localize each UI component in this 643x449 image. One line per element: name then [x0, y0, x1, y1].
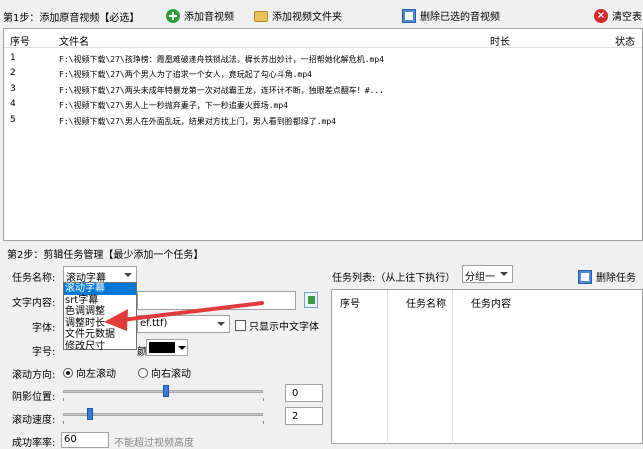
annotation-arrow — [104, 301, 264, 331]
